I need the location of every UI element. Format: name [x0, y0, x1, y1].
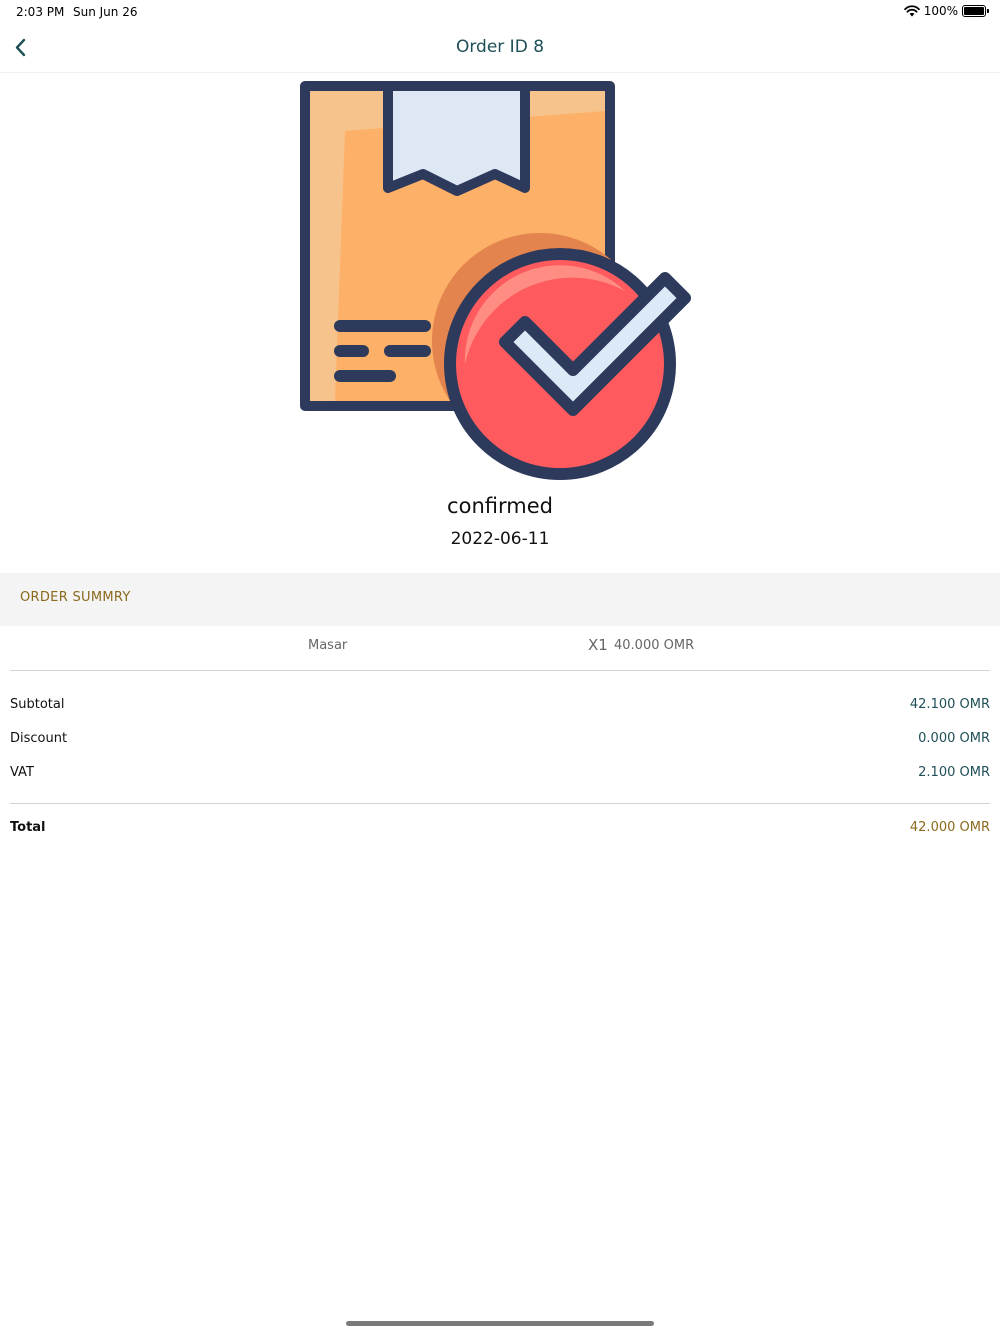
page-title: Order ID 8 — [455, 37, 545, 57]
status-date: Sun Jun 26 — [73, 5, 138, 19]
status-bar: 2:03 PM Sun Jun 26 100% — [0, 0, 1000, 24]
vat-label: VAT — [10, 765, 34, 780]
vat-row: VAT 2.100 OMR — [10, 765, 990, 787]
list-item: Masar X1 40.000 OMR — [0, 626, 1000, 670]
total-row: Total 42.000 OMR — [10, 820, 990, 842]
order-summary-header: ORDER SUMMRY — [0, 573, 1000, 626]
discount-value: 0.000 OMR — [918, 731, 990, 746]
item-name: Masar — [308, 638, 348, 653]
navigation-bar: Order ID 8 — [0, 24, 1000, 73]
home-indicator[interactable] — [346, 1321, 654, 1326]
discount-label: Discount — [10, 731, 68, 746]
status-time: 2:03 PM — [16, 5, 65, 19]
item-quantity: X1 — [588, 636, 608, 654]
order-details-screen: 2:03 PM Sun Jun 26 100% Order ID 8 confi… — [0, 0, 1000, 1334]
divider — [10, 803, 990, 804]
total-label: Total — [10, 820, 46, 835]
wifi-icon — [903, 5, 920, 17]
discount-row: Discount 0.000 OMR — [10, 731, 990, 753]
subtotal-label: Subtotal — [10, 697, 65, 712]
divider — [10, 670, 990, 671]
order-date: 2022-06-11 — [450, 529, 550, 549]
status-indicators: 100% — [903, 4, 989, 18]
order-summary-title: ORDER SUMMRY — [20, 590, 131, 605]
battery-icon — [962, 5, 989, 17]
order-status: confirmed — [447, 494, 553, 518]
battery-percent: 100% — [923, 4, 958, 18]
order-confirmed-illustration — [300, 81, 691, 480]
total-value: 42.000 OMR — [909, 820, 990, 835]
vat-value: 2.100 OMR — [918, 765, 990, 780]
item-price: 40.000 OMR — [614, 638, 695, 653]
subtotal-row: Subtotal 42.100 OMR — [10, 697, 990, 719]
subtotal-value: 42.100 OMR — [909, 697, 990, 712]
